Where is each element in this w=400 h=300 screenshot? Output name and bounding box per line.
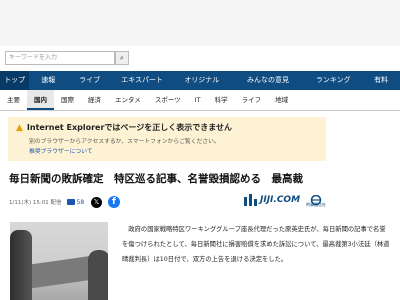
tab-economy[interactable]: 経済 — [81, 90, 108, 110]
comments-link[interactable]: 58 — [66, 198, 85, 206]
nav-item-live[interactable]: ライブ — [67, 71, 112, 90]
nav-item-breaking[interactable]: 速報 — [29, 71, 67, 90]
x-share-icon[interactable]: 𝕏 — [91, 197, 102, 208]
article-meta: 1/11(木) 15:01 配信 58 — [9, 198, 85, 207]
category-tabs: 主要 国内 国際 経済 エンタメ スポーツ IT 科学 ライフ 地域 — [0, 90, 400, 111]
source-emblem: 時事通信社 — [304, 191, 328, 208]
tab-sports[interactable]: スポーツ — [148, 90, 188, 110]
recommended-browser-link[interactable]: 推奨ブラウザーについて — [16, 146, 318, 155]
tab-international[interactable]: 国際 — [54, 90, 81, 110]
main-nav: トップ 速報 ライブ エキスパート オリジナル みんなの意見 ランキング 有料 — [0, 71, 400, 90]
article-date: 1/11(木) 15:01 配信 — [9, 200, 62, 206]
search-icon[interactable]: ⌕ — [115, 51, 129, 65]
ie-warning-banner: ▲ Internet Explorerではページを正しく表示できません 別のブラ… — [8, 117, 326, 161]
tab-life[interactable]: ライフ — [235, 90, 269, 110]
tab-major[interactable]: 主要 — [0, 90, 27, 110]
tab-it[interactable]: IT — [188, 90, 208, 110]
nav-item-top[interactable]: トップ — [0, 71, 30, 90]
jiji-emblem-icon — [309, 191, 323, 206]
ie-warning-title: Internet Explorerではページを正しく表示できません — [26, 123, 233, 132]
facebook-share-icon[interactable]: f — [108, 196, 120, 208]
jiji-mark-icon — [244, 194, 258, 206]
source-logo[interactable]: JIJI.COM — [244, 194, 300, 206]
source-name: JIJI.COM — [260, 195, 301, 205]
nav-item-original[interactable]: オリジナル — [172, 71, 232, 90]
tab-science[interactable]: 科学 — [208, 90, 235, 110]
comment-count: 58 — [76, 198, 85, 206]
nav-item-ranking[interactable]: ランキング — [304, 71, 362, 90]
article-title: 毎日新聞の敗訴確定 特区巡る記事、名誉毀損認める 最高裁 — [9, 173, 303, 185]
tab-region[interactable]: 地域 — [268, 90, 295, 110]
warning-icon: ▲ — [16, 122, 23, 133]
search-input[interactable]: キーワードを入力 — [5, 51, 115, 65]
comment-icon — [66, 199, 75, 205]
top-banner-area — [0, 0, 400, 46]
tab-entertainment[interactable]: エンタメ — [108, 90, 148, 110]
article-body: 政府の国家戦略特区ワーキンググループ座長代理だった原英史氏が、毎日新聞の記事で名… — [122, 226, 390, 263]
nav-item-opinions[interactable]: みんなの意見 — [232, 71, 305, 90]
nav-item-expert[interactable]: エキスパート — [112, 71, 172, 90]
tab-domestic[interactable]: 国内 — [27, 90, 54, 110]
nav-item-paid[interactable]: 有料 — [362, 71, 400, 90]
ie-warning-message: 別のブラウザーからアクセスするか、スマートフォンからご覧ください。 — [29, 139, 220, 145]
article-photo[interactable] — [10, 222, 108, 300]
